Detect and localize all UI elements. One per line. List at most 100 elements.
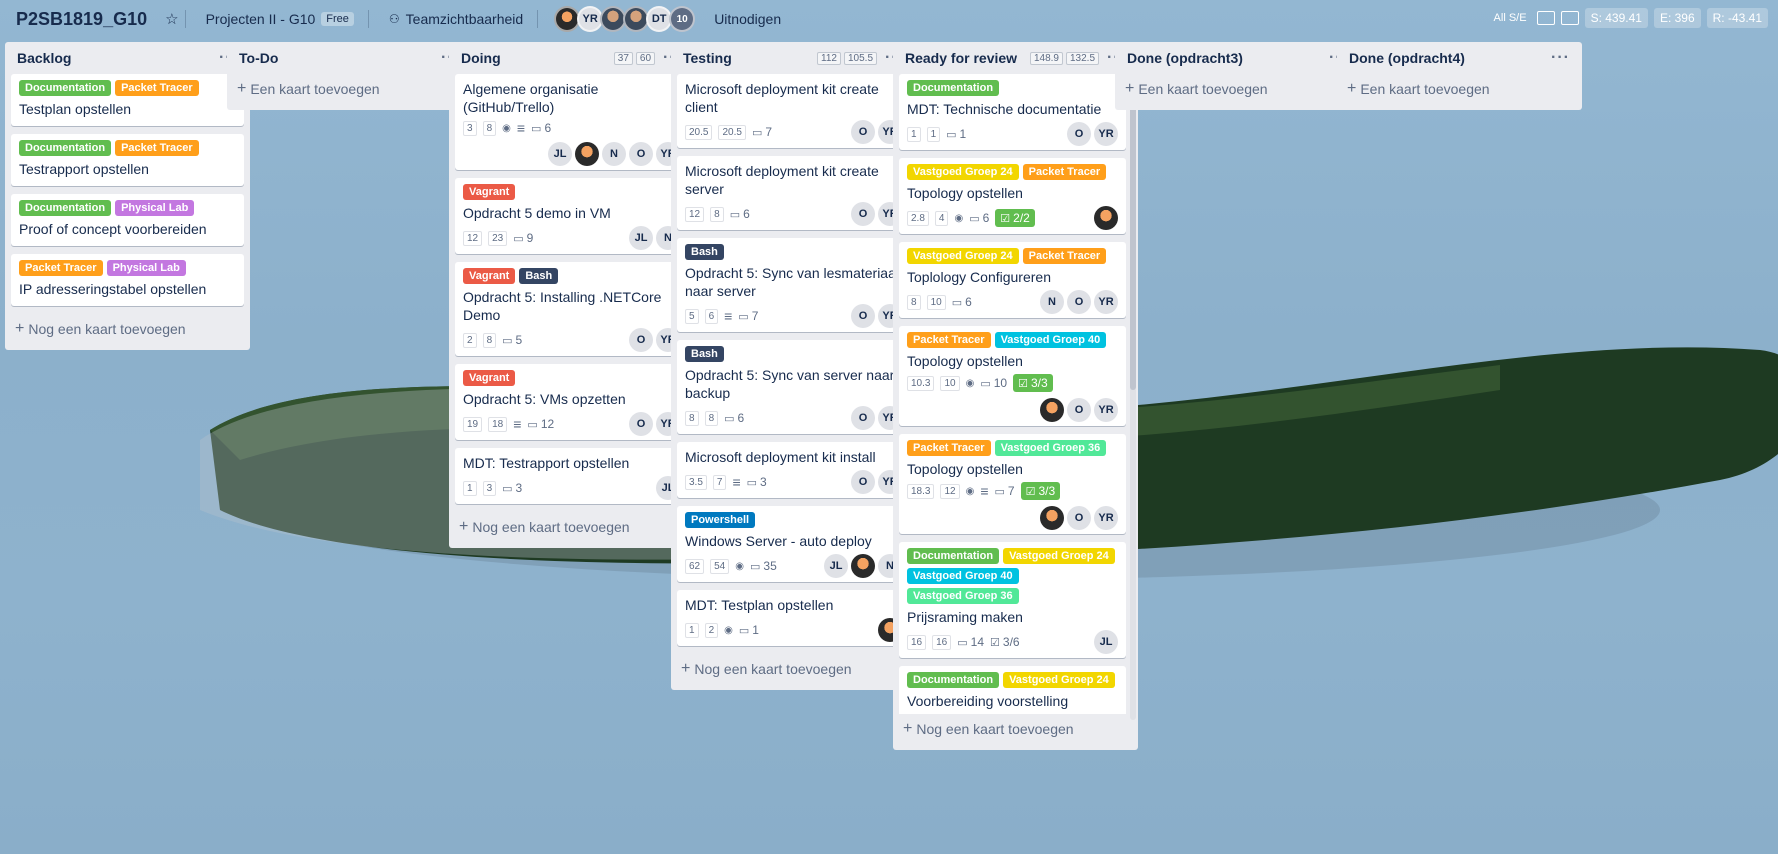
member-avatar[interactable] [851, 554, 875, 578]
member-avatar[interactable]: O [1067, 290, 1091, 314]
card-label[interactable]: Vastgoed Groep 24 [907, 248, 1019, 264]
list-title[interactable]: Doing [461, 50, 611, 66]
card[interactable]: Documentation Vastgoed Groep 24 Vastgoed G… [899, 542, 1126, 658]
add-card-button[interactable]: Een kaart toevoegen [1121, 74, 1354, 104]
card-label[interactable]: Documentation [19, 140, 112, 156]
card-label[interactable]: Documentation [19, 80, 112, 96]
card-label[interactable]: Vastgoed Groep 36 [994, 440, 1107, 456]
card-label[interactable]: Packet Tracer [907, 332, 991, 348]
member-avatar[interactable]: O [851, 304, 875, 328]
member-avatar[interactable]: JL [1094, 630, 1118, 654]
card-label[interactable]: Documentation [19, 200, 112, 216]
card[interactable]: Bash Opdracht 5: Sync van server naar bac… [677, 340, 910, 434]
card[interactable]: VagrantOpdracht 5: VMs opzetten191812OYR [455, 364, 688, 440]
add-card-button[interactable]: Nog een kaart toevoegen [899, 714, 1132, 744]
add-card-button[interactable]: Nog een kaart toevoegen [11, 314, 244, 344]
list-title[interactable]: To-Do [239, 50, 433, 66]
list-title[interactable]: Backlog [17, 50, 211, 66]
more-members-count[interactable]: 10 [669, 6, 696, 32]
add-card-button[interactable]: Nog een kaart toevoegen [677, 654, 910, 684]
card[interactable]: Microsoft deployment kit create server 12… [677, 156, 910, 230]
member-avatar[interactable]: YR [1094, 122, 1118, 146]
card[interactable]: Vastgoed Groep 24 Packet Tracer Toplology … [899, 242, 1126, 318]
card[interactable]: Documentation MDT: Technische documentati… [899, 74, 1126, 150]
member-avatar[interactable] [575, 142, 599, 166]
card[interactable]: Packet Tracer Vastgoed Groep 40 Topology o… [899, 326, 1126, 426]
card[interactable]: Powershell Windows Server - auto deploy 62… [677, 506, 910, 582]
card-label[interactable]: Documentation [907, 80, 1000, 96]
member-avatar[interactable]: O [851, 120, 875, 144]
member-avatar[interactable] [1040, 506, 1064, 530]
card[interactable]: MDT: Testrapport opstellen133JL [455, 448, 688, 504]
add-card-button[interactable]: Een kaart toevoegen [1343, 74, 1576, 104]
card[interactable]: Documentation Vastgoed Groep 24 Voorbereid… [899, 666, 1126, 714]
invite-button[interactable]: Uitnodigen [706, 5, 789, 33]
member-avatar[interactable]: YR [1094, 506, 1118, 530]
member-avatar[interactable]: YR [1094, 290, 1118, 314]
card-label[interactable]: Documentation [907, 548, 1000, 564]
chart-icon[interactable] [1560, 11, 1579, 25]
card[interactable]: VagrantOpdracht 5 demo in VM12239JLN [455, 178, 688, 254]
card-label[interactable]: Packet Tracer [1022, 164, 1107, 180]
member-avatar[interactable]: O [1067, 122, 1091, 146]
card-label[interactable]: Physical Lab [115, 200, 195, 216]
card[interactable]: Microsoft deployment kit install3.573OYR [677, 442, 910, 498]
card-label[interactable]: Packet Tracer [115, 80, 199, 96]
member-avatar[interactable]: YR [1094, 398, 1118, 422]
member-avatar[interactable]: JL [629, 226, 653, 250]
card-label[interactable]: Bash [685, 244, 724, 260]
card-label[interactable]: Packet Tracer [907, 440, 991, 456]
add-card-button[interactable]: Nog een kaart toevoegen [455, 512, 688, 542]
list-title[interactable]: Testing [683, 50, 814, 66]
member-avatar[interactable]: O [1067, 398, 1091, 422]
card-label[interactable]: Physical Lab [106, 260, 186, 276]
card[interactable]: Bash Opdracht 5: Sync van lesmateriaal na… [677, 238, 910, 332]
table-icon[interactable] [1536, 11, 1555, 25]
list-title[interactable]: Ready for review [905, 50, 1027, 66]
member-avatar[interactable]: N [602, 142, 626, 166]
card-label[interactable]: Packet Tracer [19, 260, 103, 276]
card-label[interactable]: Bash [685, 346, 724, 362]
member-avatar[interactable]: JL [824, 554, 848, 578]
card-label[interactable]: Documentation [907, 672, 1000, 688]
card[interactable]: Packet Tracer Physical Lab IP adresserings… [11, 254, 244, 306]
scrollbar-thumb[interactable] [1130, 70, 1136, 390]
card-label[interactable]: Packet Tracer [1022, 248, 1107, 264]
list-scrollbar[interactable] [1130, 70, 1136, 720]
card[interactable]: Vastgoed Groep 24 Packet Tracer Topology o… [899, 158, 1126, 234]
member-avatar[interactable]: O [629, 142, 653, 166]
member-avatar[interactable]: O [851, 406, 875, 430]
add-card-button[interactable]: Een kaart toevoegen [233, 74, 466, 104]
card-label[interactable]: Vagrant [463, 184, 516, 200]
list-menu-icon[interactable]: ··· [1551, 49, 1570, 67]
member-avatar[interactable]: O [851, 202, 875, 226]
list-title[interactable]: Done (opdracht4) [1349, 50, 1543, 66]
member-avatar[interactable] [1040, 398, 1064, 422]
board-title[interactable]: P2SB1819_G10 [10, 5, 153, 34]
card[interactable]: Documentation Packet Tracer Testplan opste… [11, 74, 244, 126]
card-label[interactable]: Vastgoed Groep 40 [994, 332, 1107, 348]
all-se-toggle[interactable]: All S/E [1490, 10, 1531, 26]
list-title[interactable]: Done (opdracht3) [1127, 50, 1321, 66]
card-label[interactable]: Powershell [685, 512, 756, 528]
card[interactable]: Packet Tracer Vastgoed Groep 36 Topology o… [899, 434, 1126, 534]
member-avatar[interactable]: O [851, 470, 875, 494]
team-button[interactable]: Projecten II - G10 Free [198, 5, 362, 33]
member-avatar[interactable]: O [629, 328, 653, 352]
star-icon[interactable]: ☆ [165, 10, 178, 28]
member-avatar[interactable]: N [1040, 290, 1064, 314]
member-avatar[interactable]: JL [548, 142, 572, 166]
card-label[interactable]: Vagrant [463, 268, 516, 284]
card-label[interactable]: Vastgoed Groep 24 [1003, 672, 1115, 688]
member-avatar[interactable]: O [1067, 506, 1091, 530]
card-label[interactable]: Packet Tracer [115, 140, 199, 156]
card[interactable]: Documentation Physical Lab Proof of concep… [11, 194, 244, 246]
card-label[interactable]: Vastgoed Groep 40 [907, 568, 1019, 584]
card[interactable]: Vagrant Bash Opdracht 5: Installing .NETCo… [455, 262, 688, 356]
member-avatar[interactable]: O [629, 412, 653, 436]
card-label[interactable]: Vastgoed Groep 36 [907, 588, 1019, 604]
card[interactable]: Algemene organisatie (GitHub/Trello) 38 6 J… [455, 74, 688, 170]
card-label[interactable]: Vastgoed Groep 24 [907, 164, 1019, 180]
card-label[interactable]: Vastgoed Groep 24 [1003, 548, 1115, 564]
card[interactable]: Microsoft deployment kit create client 20… [677, 74, 910, 148]
